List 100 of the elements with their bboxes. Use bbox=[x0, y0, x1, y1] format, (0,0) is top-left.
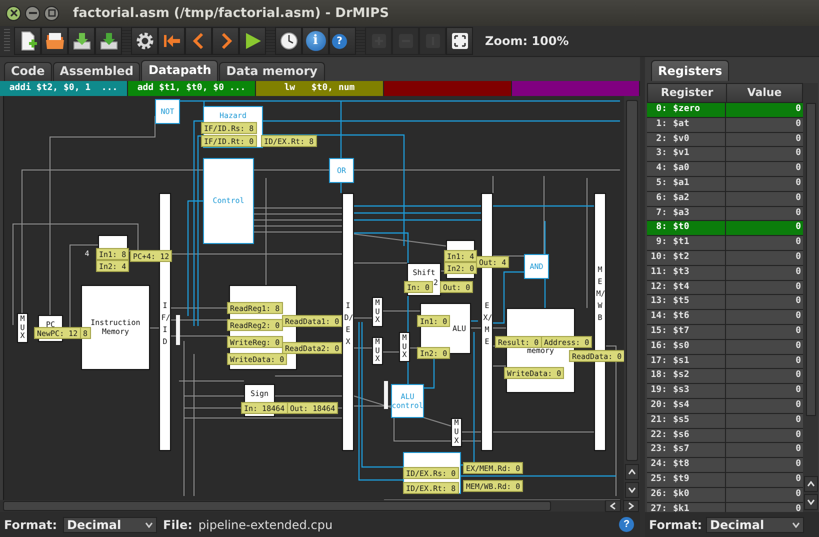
register-name: $s7 bbox=[673, 443, 690, 456]
register-value: 0 bbox=[794, 488, 802, 501]
scroll-right-button[interactable] bbox=[623, 500, 639, 512]
register-value: 0 bbox=[794, 354, 802, 368]
register-value: 0 bbox=[794, 147, 802, 160]
restart-button[interactable] bbox=[158, 27, 185, 55]
register-number: 12: bbox=[650, 280, 667, 294]
chevron-up-icon bbox=[628, 469, 636, 476]
format-label: Format: bbox=[4, 518, 58, 532]
register-value: 0 bbox=[794, 250, 802, 264]
settings-button[interactable] bbox=[131, 27, 158, 55]
zoom-fit-button[interactable] bbox=[446, 27, 473, 55]
tab[interactable]: Data memory bbox=[219, 62, 324, 81]
register-name: $t1 bbox=[673, 236, 690, 250]
scroll-up-button[interactable] bbox=[804, 476, 818, 492]
back-button[interactable] bbox=[185, 27, 212, 55]
chevron-left-icon bbox=[610, 502, 616, 510]
tab[interactable]: Assembled bbox=[52, 62, 140, 81]
help-button[interactable]: ? bbox=[329, 27, 356, 55]
tab[interactable]: Datapath bbox=[141, 60, 218, 81]
open-button[interactable] bbox=[41, 27, 68, 55]
wire bbox=[382, 351, 400, 352]
register-number: 3: bbox=[655, 147, 667, 160]
close-icon bbox=[10, 9, 18, 17]
register-name: $t2 bbox=[673, 250, 690, 264]
tab[interactable]: Code bbox=[4, 62, 52, 81]
register-value: 0 bbox=[794, 280, 802, 294]
wire bbox=[492, 327, 506, 328]
fit-icon bbox=[450, 31, 470, 51]
bus-splitter bbox=[176, 314, 180, 345]
format-dropdown[interactable]: Decimal bbox=[63, 516, 158, 533]
scroll-left-button[interactable] bbox=[605, 500, 621, 512]
scroll-down-button[interactable] bbox=[804, 494, 818, 510]
save-button[interactable] bbox=[68, 27, 95, 55]
register-number: 16: bbox=[650, 340, 667, 353]
register-value: 0 bbox=[794, 414, 802, 427]
forward-button[interactable] bbox=[212, 27, 239, 55]
zoom-level: Zoom: 100% bbox=[485, 34, 569, 48]
format-dropdown[interactable]: Decimal bbox=[706, 516, 804, 532]
wire bbox=[274, 375, 342, 376]
help-button[interactable]: ? bbox=[619, 517, 634, 532]
column-header[interactable]: Register bbox=[648, 84, 727, 102]
register-number: 25: bbox=[650, 472, 667, 486]
register-value: 0 bbox=[794, 384, 802, 398]
register-value: 0 bbox=[794, 443, 802, 456]
minimize-button[interactable] bbox=[25, 6, 40, 20]
register-number: 21: bbox=[650, 414, 667, 427]
register-value: 0 bbox=[794, 162, 802, 176]
register-number: 14: bbox=[650, 310, 667, 324]
caret-icon bbox=[145, 522, 154, 528]
clock-button[interactable] bbox=[275, 27, 302, 55]
register-name: $s0 bbox=[673, 340, 690, 353]
register-name: $s5 bbox=[673, 414, 690, 427]
register-name: $s2 bbox=[673, 369, 690, 382]
register-number: 26: bbox=[650, 488, 667, 501]
chevron-down-icon bbox=[806, 499, 814, 505]
register-name: $t0 bbox=[673, 221, 690, 234]
wire bbox=[492, 365, 506, 366]
register-name: $t3 bbox=[673, 266, 690, 279]
save-as-button[interactable] bbox=[95, 27, 122, 55]
vertical-scrollbar[interactable] bbox=[624, 96, 640, 500]
register-number: 8: bbox=[655, 221, 667, 234]
file-label: File: bbox=[163, 518, 192, 532]
folder-icon bbox=[44, 31, 64, 51]
register-number: 2: bbox=[655, 132, 667, 146]
stage-instruction: addi $t2, $0, 1 ... bbox=[9, 83, 118, 94]
register-value: 0 bbox=[794, 236, 802, 250]
register-value: 0 bbox=[794, 176, 802, 190]
window-title: factorial.asm (/tmp/factorial.asm) - DrMIPS bbox=[73, 6, 390, 20]
register-number: 5: bbox=[655, 176, 667, 190]
register-name: $t6 bbox=[673, 310, 690, 324]
vertical-scrollbar[interactable] bbox=[803, 83, 818, 512]
run-button[interactable] bbox=[239, 27, 266, 55]
register-value: 0 bbox=[794, 472, 802, 486]
register-number: 23: bbox=[650, 443, 667, 456]
register-number: 7: bbox=[655, 206, 667, 220]
clock-icon bbox=[278, 31, 298, 51]
tab[interactable]: Registers bbox=[651, 60, 730, 81]
maximize-button[interactable] bbox=[44, 6, 59, 20]
new-button[interactable] bbox=[14, 27, 41, 55]
register-name: $a2 bbox=[673, 192, 690, 205]
close-button[interactable] bbox=[6, 6, 21, 20]
file-name: pipeline-extended.cpu bbox=[198, 518, 334, 532]
register-name: $t7 bbox=[673, 324, 690, 338]
register-number: 15: bbox=[650, 324, 667, 338]
register-name: $a0 bbox=[673, 162, 690, 176]
register-value: 0 bbox=[794, 221, 802, 234]
register-value: 0 bbox=[794, 103, 802, 116]
wire bbox=[354, 317, 372, 318]
register-value: 0 bbox=[794, 369, 802, 382]
register-name: $s1 bbox=[673, 354, 690, 368]
register-name: $t8 bbox=[673, 458, 690, 472]
register-value: 0 bbox=[794, 118, 802, 131]
scroll-down-button[interactable] bbox=[625, 482, 639, 498]
register-number: 17: bbox=[650, 354, 667, 368]
register-name: $t4 bbox=[673, 280, 690, 294]
scroll-up-button[interactable] bbox=[625, 464, 639, 480]
register-value: 0 bbox=[794, 206, 802, 220]
column-header[interactable]: Value bbox=[727, 84, 802, 102]
toolbar-separator bbox=[356, 27, 365, 55]
